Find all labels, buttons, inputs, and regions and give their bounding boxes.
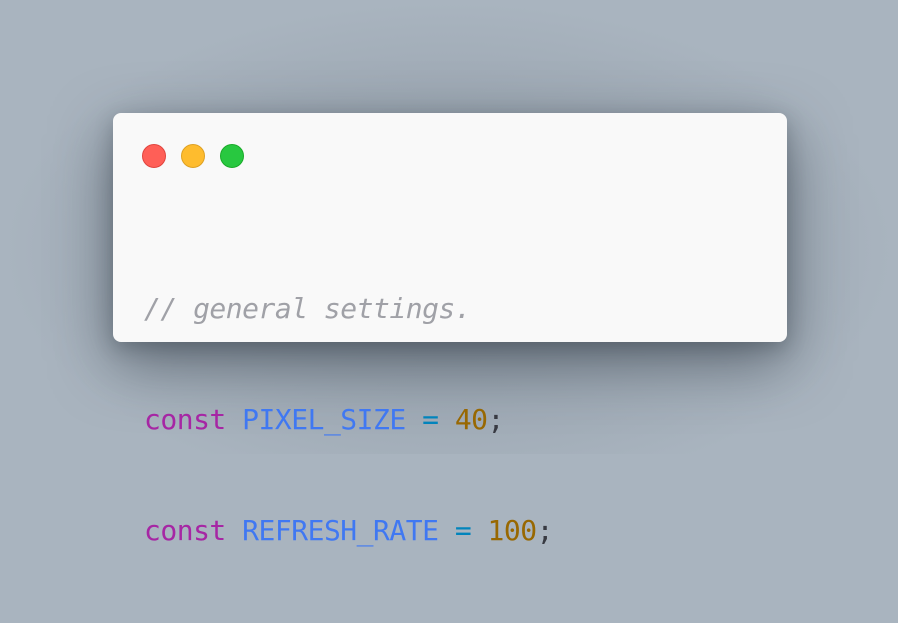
code-block: // general settings. const PIXEL_SIZE = … xyxy=(144,216,553,623)
semicolon: ; xyxy=(536,514,554,547)
identifier: REFRESH_RATE xyxy=(242,514,439,547)
code-window: // general settings. const PIXEL_SIZE = … xyxy=(113,113,787,547)
identifier: PIXEL_SIZE xyxy=(242,403,406,436)
close-dot-icon[interactable] xyxy=(142,144,166,168)
code-comment: // general settings. xyxy=(144,292,472,325)
code-line-comment: // general settings. xyxy=(144,290,553,327)
number-literal: 40 xyxy=(454,403,488,436)
maximize-dot-icon[interactable] xyxy=(220,144,244,168)
operator: = xyxy=(422,403,439,436)
keyword: const xyxy=(144,403,226,436)
keyword: const xyxy=(144,514,226,547)
number-literal: 100 xyxy=(487,514,538,547)
minimize-dot-icon[interactable] xyxy=(181,144,205,168)
code-line-2: const REFRESH_RATE = 100; xyxy=(144,512,553,549)
operator: = xyxy=(454,514,472,547)
window-controls xyxy=(142,144,244,168)
semicolon: ; xyxy=(487,403,505,436)
code-line-1: const PIXEL_SIZE = 40; xyxy=(144,401,553,438)
